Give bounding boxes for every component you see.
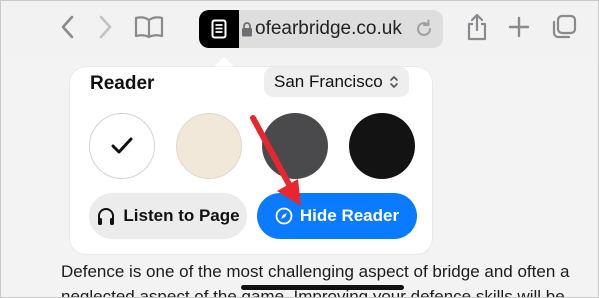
share-icon xyxy=(467,13,487,41)
lock-icon xyxy=(242,22,252,37)
popover-title: Reader xyxy=(90,73,155,94)
theme-gray-swatch[interactable] xyxy=(262,113,328,179)
headphones-icon xyxy=(98,208,115,225)
theme-sepia-swatch[interactable] xyxy=(176,113,242,179)
font-select[interactable]: San Francisco xyxy=(264,67,409,97)
reader-button[interactable] xyxy=(199,10,239,48)
compass-icon xyxy=(275,207,293,225)
theme-white-swatch[interactable] xyxy=(89,113,155,179)
reader-popover: Reader San Francisco Listen to Page Hide… xyxy=(70,67,432,254)
share-button[interactable] xyxy=(459,9,495,45)
font-select-label: San Francisco xyxy=(274,72,383,91)
chevron-updown-icon xyxy=(389,76,398,88)
hide-reader-button[interactable]: Hide Reader xyxy=(257,193,417,239)
chevron-left-icon xyxy=(61,15,74,39)
theme-black-swatch[interactable] xyxy=(349,113,415,179)
hide-reader-label: Hide Reader xyxy=(299,206,400,225)
home-indicator xyxy=(241,285,404,290)
address-bar[interactable]: ofearbridge.co.uk xyxy=(199,10,443,48)
tabs-icon xyxy=(552,14,577,39)
browser-frame: Defence is one of the most challenging a… xyxy=(0,0,599,298)
article-text: Defence is one of the most challenging a… xyxy=(61,259,591,297)
listen-label: Listen to Page xyxy=(123,206,240,225)
back-button[interactable] xyxy=(49,9,85,45)
tabs-overview-button[interactable] xyxy=(546,9,582,45)
book-icon xyxy=(134,16,164,39)
reader-page-icon xyxy=(211,19,227,39)
url-text: ofearbridge.co.uk xyxy=(255,18,402,39)
forward-button[interactable] xyxy=(88,9,124,45)
checkmark-icon xyxy=(111,137,133,154)
article-line: Defence is one of the most challenging a… xyxy=(61,262,570,281)
new-tab-button[interactable] xyxy=(501,9,537,45)
bookmarks-button[interactable] xyxy=(131,9,167,45)
chevron-right-icon xyxy=(99,15,112,39)
plus-icon xyxy=(508,16,530,38)
listen-to-page-button[interactable]: Listen to Page xyxy=(89,193,247,239)
browser-toolbar: ofearbridge.co.uk xyxy=(1,1,598,57)
reload-icon[interactable] xyxy=(413,18,435,40)
